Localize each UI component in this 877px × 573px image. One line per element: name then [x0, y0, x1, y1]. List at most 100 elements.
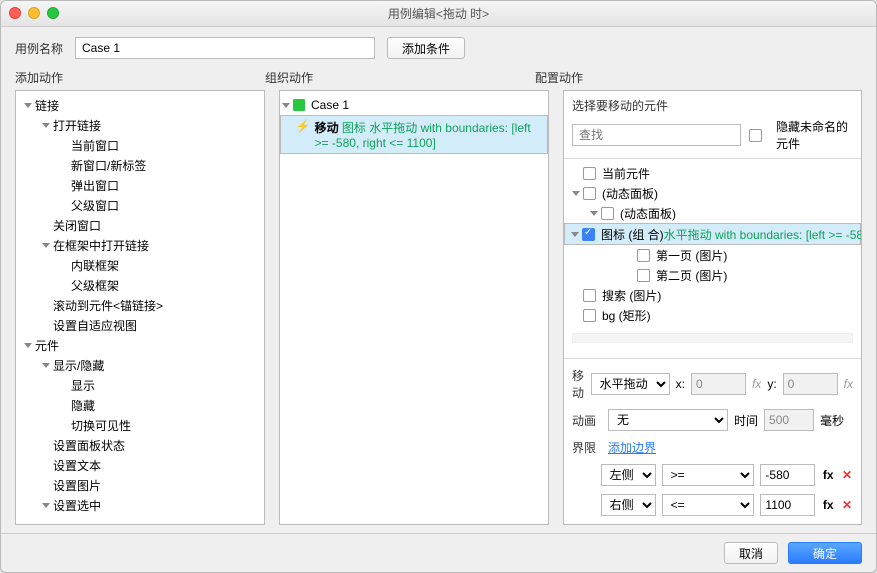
- b1-side-select[interactable]: 左侧: [601, 464, 656, 486]
- time-input[interactable]: [764, 409, 814, 431]
- b2-remove-icon[interactable]: ✕: [841, 498, 853, 512]
- chevron-down-icon[interactable]: [282, 103, 290, 108]
- tree-item[interactable]: 当前窗口: [16, 135, 264, 155]
- tree-item[interactable]: 内联框架: [16, 255, 264, 275]
- chevron-icon[interactable]: [571, 232, 579, 237]
- tree-item[interactable]: 新窗口/新标签: [16, 155, 264, 175]
- close-icon[interactable]: [9, 7, 21, 19]
- main-area: 链接打开链接当前窗口新窗口/新标签弹出窗口父级窗口关闭窗口在框架中打开链接内联框…: [1, 90, 876, 533]
- widget-checkbox[interactable]: [583, 167, 596, 180]
- b1-remove-icon[interactable]: ✕: [841, 468, 853, 482]
- tree-item[interactable]: 设置自适应视图: [16, 315, 264, 335]
- chevron-icon[interactable]: [24, 103, 32, 108]
- horizontal-scrollbar[interactable]: [572, 333, 853, 343]
- move-type-select[interactable]: 水平拖动: [591, 373, 670, 395]
- widget-row[interactable]: 搜索 (图片): [564, 285, 861, 305]
- zoom-icon[interactable]: [47, 7, 59, 19]
- chevron-icon[interactable]: [590, 211, 598, 216]
- chevron-icon[interactable]: [42, 123, 50, 128]
- b1-op-select[interactable]: >=: [662, 464, 755, 486]
- y-input[interactable]: [783, 373, 838, 395]
- column-headers: 添加动作 组织动作 配置动作: [1, 69, 876, 90]
- widget-checkbox[interactable]: [583, 309, 596, 322]
- tree-item[interactable]: 元件: [16, 335, 264, 355]
- b1-fx-button[interactable]: fx: [821, 468, 835, 482]
- tree-item[interactable]: 链接: [16, 95, 264, 115]
- tree-item[interactable]: 设置文本: [16, 455, 264, 475]
- tree-item-label: 显示: [71, 377, 95, 394]
- tree-item[interactable]: 切换可见性: [16, 415, 264, 435]
- y-label: y:: [767, 377, 776, 391]
- chevron-icon[interactable]: [42, 363, 50, 368]
- case-name-input[interactable]: [75, 37, 375, 59]
- widget-row[interactable]: (动态面板): [564, 183, 861, 203]
- widget-checkbox[interactable]: [583, 289, 596, 302]
- b1-value-input[interactable]: [760, 464, 815, 486]
- anim-select[interactable]: 无: [608, 409, 728, 431]
- tree-item[interactable]: 隐藏: [16, 395, 264, 415]
- case-name-label: 用例名称: [15, 40, 63, 57]
- tree-item[interactable]: 在框架中打开链接: [16, 235, 264, 255]
- add-condition-button[interactable]: 添加条件: [387, 37, 465, 59]
- chevron-icon[interactable]: [572, 191, 580, 196]
- tree-item[interactable]: 关闭窗口: [16, 215, 264, 235]
- actions-tree[interactable]: 链接打开链接当前窗口新窗口/新标签弹出窗口父级窗口关闭窗口在框架中打开链接内联框…: [16, 91, 264, 519]
- widget-row[interactable]: 第二页 (图片): [564, 265, 861, 285]
- widget-checkbox[interactable]: [637, 269, 650, 282]
- widget-checkbox[interactable]: [601, 207, 614, 220]
- config-panel: 选择要移动的元件 隐藏未命名的元件 当前元件(动态面板)(动态面板)图标 (组 …: [563, 90, 862, 525]
- ok-button[interactable]: 确定: [788, 542, 862, 564]
- hide-unnamed-label: 隐藏未命名的元件: [776, 118, 853, 152]
- widget-row[interactable]: 第一页 (图片): [564, 245, 861, 265]
- tree-item[interactable]: 弹出窗口: [16, 175, 264, 195]
- tree-item-label: 切换可见性: [71, 417, 131, 434]
- add-boundary-link[interactable]: 添加边界: [608, 439, 656, 456]
- action-row[interactable]: ⚡ 移动 图标 水平拖动 with boundaries: [left >= -…: [280, 115, 548, 154]
- widget-checkbox[interactable]: [582, 228, 595, 241]
- hide-unnamed-checkbox[interactable]: [749, 129, 762, 142]
- y-fx-button[interactable]: fx: [844, 377, 853, 391]
- b2-op-select[interactable]: <=: [662, 494, 755, 516]
- tree-item-label: 在框架中打开链接: [53, 237, 149, 254]
- widget-label: (动态面板): [602, 185, 658, 202]
- dialog-window: 用例编辑<拖动 时> 用例名称 添加条件 添加动作 组织动作 配置动作 链接打开…: [0, 0, 877, 573]
- widget-detail: 水平拖动 with boundaries: [left >= -58: [664, 226, 861, 243]
- tree-item-label: 设置图片: [53, 477, 101, 494]
- case-tree[interactable]: Case 1 ⚡ 移动 图标 水平拖动 with boundaries: [le…: [280, 91, 548, 158]
- widget-row[interactable]: 当前元件: [564, 163, 861, 183]
- chevron-icon[interactable]: [24, 343, 32, 348]
- tree-item[interactable]: 设置图片: [16, 475, 264, 495]
- tree-item[interactable]: 设置选中: [16, 495, 264, 515]
- widget-checkbox[interactable]: [583, 187, 596, 200]
- cancel-button[interactable]: 取消: [724, 542, 778, 564]
- tree-item[interactable]: 显示: [16, 375, 264, 395]
- time-unit: 毫秒: [820, 412, 844, 429]
- x-input[interactable]: [691, 373, 746, 395]
- time-label: 时间: [734, 412, 758, 429]
- widget-row[interactable]: (动态面板): [564, 203, 861, 223]
- b2-fx-button[interactable]: fx: [821, 498, 835, 512]
- window-controls: [9, 7, 59, 19]
- widget-tree[interactable]: 当前元件(动态面板)(动态面板)图标 (组 合) 水平拖动 with bound…: [564, 158, 861, 359]
- widget-checkbox[interactable]: [637, 249, 650, 262]
- col-mid-header: 组织动作: [265, 69, 535, 86]
- search-input[interactable]: [572, 124, 741, 146]
- b2-side-select[interactable]: 右侧: [601, 494, 656, 516]
- case-row[interactable]: Case 1: [280, 95, 548, 115]
- tree-item[interactable]: 设置面板状态: [16, 435, 264, 455]
- tree-item[interactable]: 父级框架: [16, 275, 264, 295]
- bounds-label: 界限: [572, 439, 602, 456]
- tree-item-label: 父级框架: [71, 277, 119, 294]
- chevron-icon[interactable]: [42, 243, 50, 248]
- widget-row[interactable]: 图标 (组 合) 水平拖动 with boundaries: [left >= …: [564, 223, 861, 245]
- chevron-icon[interactable]: [42, 503, 50, 508]
- tree-item[interactable]: 显示/隐藏: [16, 355, 264, 375]
- widget-row[interactable]: bg (矩形): [564, 305, 861, 325]
- b2-value-input[interactable]: [760, 494, 815, 516]
- tree-item-label: 元件: [35, 337, 59, 354]
- tree-item[interactable]: 滚动到元件<锚链接>: [16, 295, 264, 315]
- tree-item[interactable]: 打开链接: [16, 115, 264, 135]
- x-fx-button[interactable]: fx: [752, 377, 761, 391]
- minimize-icon[interactable]: [28, 7, 40, 19]
- tree-item[interactable]: 父级窗口: [16, 195, 264, 215]
